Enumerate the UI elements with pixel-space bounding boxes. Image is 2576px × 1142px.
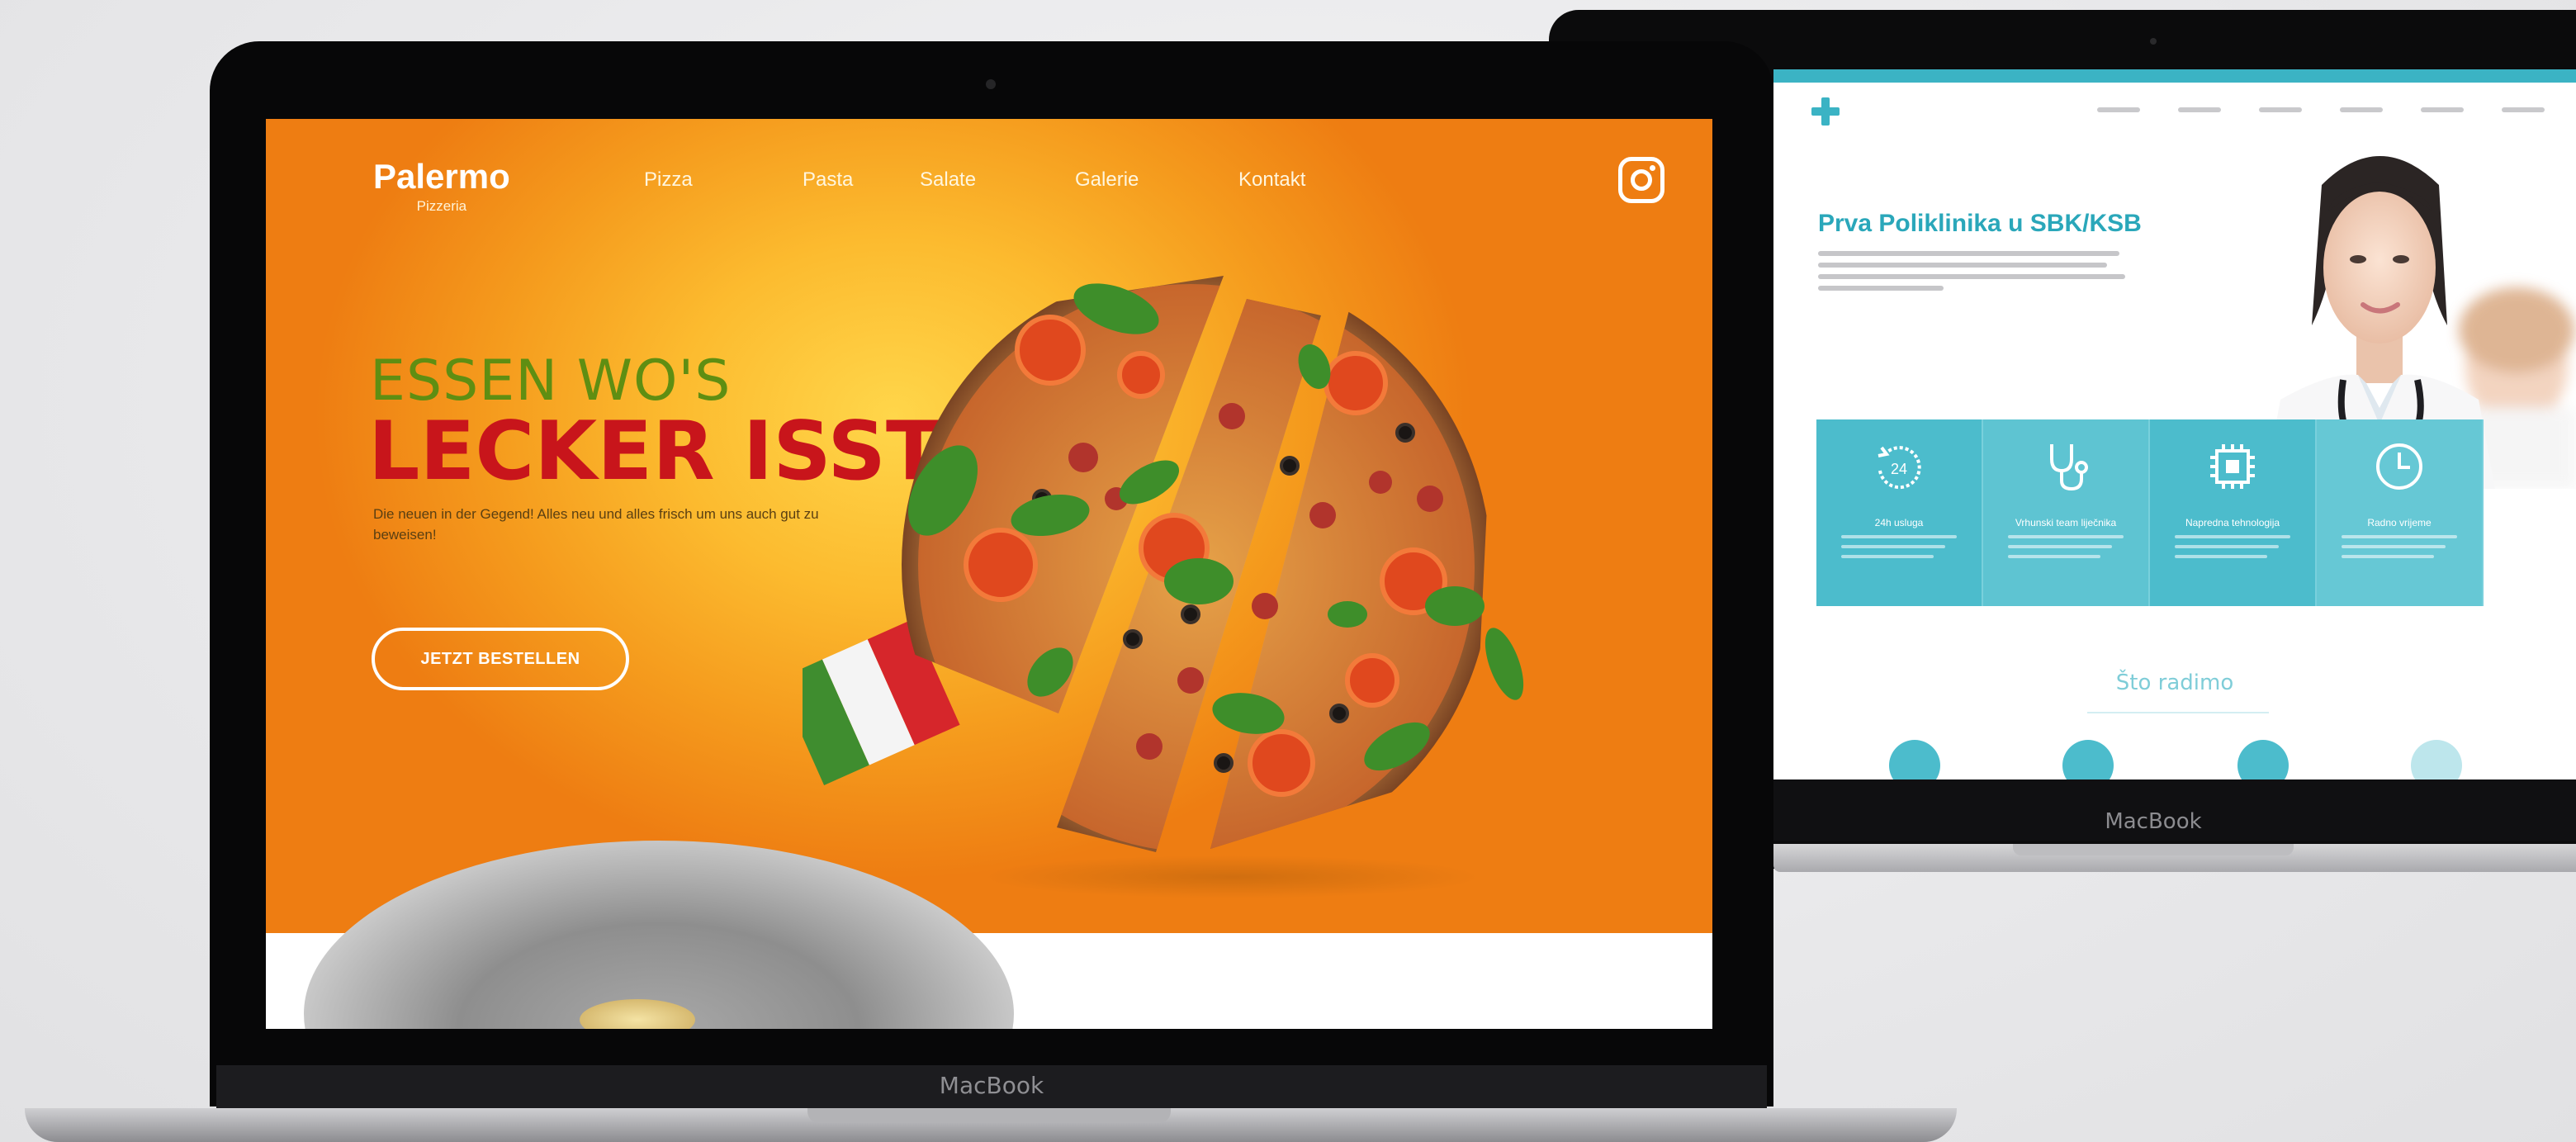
clinic-intro-text bbox=[1818, 251, 2132, 297]
clinic-nav-item[interactable] bbox=[2178, 107, 2221, 112]
section-divider bbox=[2087, 712, 2269, 713]
clinic-nav-item[interactable] bbox=[2097, 107, 2140, 112]
clinic-nav bbox=[2097, 107, 2545, 112]
hero-subtext: Die neuen in der Gegend! Alles neu und a… bbox=[373, 506, 819, 543]
heartbeat-icon[interactable] bbox=[1889, 740, 1940, 779]
nav-item-salate[interactable]: Salate bbox=[920, 168, 1075, 192]
stethoscope-icon bbox=[2050, 444, 2088, 491]
service-panel[interactable]: 24 24h usluga bbox=[1816, 419, 1983, 606]
service-label: Vrhunski team liječnika bbox=[2015, 517, 2117, 528]
back-laptop-base bbox=[1773, 844, 2576, 872]
service-circle-row bbox=[1864, 740, 2462, 779]
eye-icon[interactable] bbox=[2411, 740, 2462, 779]
nav-item-pizza[interactable]: Pizza bbox=[644, 168, 803, 192]
front-laptop-camera bbox=[986, 79, 996, 89]
clinic-service-panels: 24 24h usluga Vrhunski team liječnika Na… bbox=[1816, 419, 2484, 606]
clinic-website-screen: Prva Poliklinika u SBK/KSB 24 24h usluga bbox=[1773, 69, 2576, 779]
pizzeria-website-screen: Palermo Pizzeria Pizza Pasta Salate Gale… bbox=[266, 119, 1712, 1029]
refresh-icon[interactable] bbox=[2237, 740, 2289, 779]
svg-text:24: 24 bbox=[1891, 461, 1907, 477]
service-text bbox=[2175, 535, 2290, 565]
clock-icon bbox=[2376, 443, 2422, 490]
nav-item-galerie[interactable]: Galerie bbox=[1075, 168, 1238, 192]
background: Prva Poliklinika u SBK/KSB 24 24h usluga bbox=[0, 0, 2576, 1142]
service-label: Napredna tehnologija bbox=[2185, 517, 2280, 528]
main-nav: Pizza Pasta Salate Galerie Kontakt bbox=[644, 168, 1397, 192]
service-label: 24h usluga bbox=[1874, 517, 1924, 528]
logo-name: Palermo bbox=[373, 157, 510, 196]
service-panel[interactable]: Napredna tehnologija bbox=[2150, 419, 2317, 606]
site-logo[interactable]: Palermo Pizzeria bbox=[373, 157, 510, 215]
clinic-top-bar bbox=[1773, 69, 2576, 83]
order-now-button[interactable]: JETZT BESTELLEN bbox=[372, 628, 629, 690]
section-title: Što radimo bbox=[2115, 671, 2234, 695]
service-text bbox=[2342, 535, 2457, 565]
tooth-icon[interactable] bbox=[2062, 740, 2114, 779]
clock-24-icon: 24 bbox=[1878, 446, 1921, 490]
service-text bbox=[1841, 535, 1957, 565]
clinic-nav-item[interactable] bbox=[2502, 107, 2545, 112]
service-label: Radno vrijeme bbox=[2367, 517, 2432, 528]
clinic-nav-item[interactable] bbox=[2340, 107, 2383, 112]
back-laptop-camera bbox=[2150, 38, 2157, 45]
medical-cross-icon[interactable] bbox=[1811, 97, 1840, 126]
chip-icon bbox=[2210, 444, 2255, 489]
service-text bbox=[2008, 535, 2124, 565]
front-laptop-base bbox=[25, 1108, 1957, 1142]
clinic-title: Prva Poliklinika u SBK/KSB bbox=[1818, 210, 2142, 237]
logo-subtitle: Pizzeria bbox=[416, 198, 467, 214]
pizza-illustration bbox=[803, 276, 1524, 898]
service-panel[interactable]: Radno vrijeme bbox=[2317, 419, 2484, 606]
instagram-icon[interactable] bbox=[1618, 157, 1664, 203]
back-laptop-brand: MacBook bbox=[2105, 809, 2202, 834]
nav-item-kontakt[interactable]: Kontakt bbox=[1238, 168, 1397, 192]
nav-item-pasta[interactable]: Pasta bbox=[803, 168, 920, 192]
clinic-nav-item[interactable] bbox=[2421, 107, 2464, 112]
clinic-nav-item[interactable] bbox=[2259, 107, 2302, 112]
service-panel[interactable]: Vrhunski team liječnika bbox=[1983, 419, 2150, 606]
front-laptop-brand: MacBook bbox=[939, 1072, 1044, 1099]
